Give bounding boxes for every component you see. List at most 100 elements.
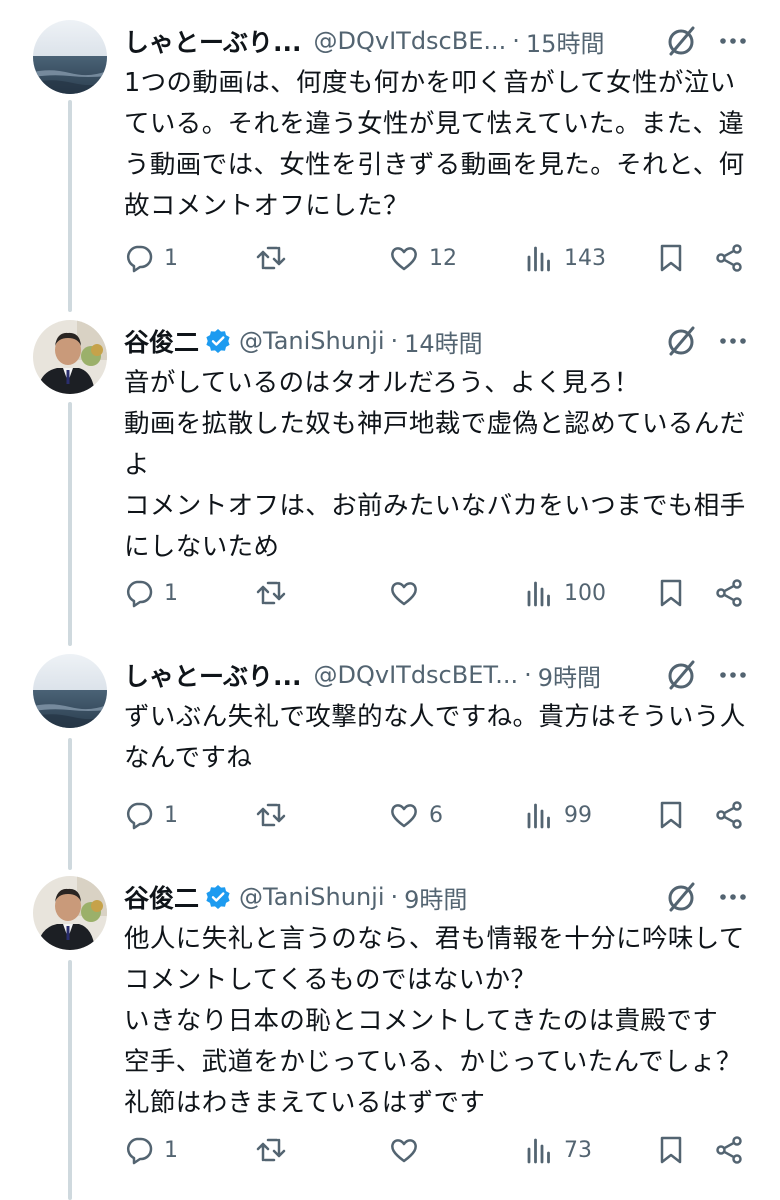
bookmark-icon xyxy=(660,1136,682,1164)
user-handle[interactable]: @TaniShunji xyxy=(239,327,384,355)
reply-count: 1 xyxy=(164,580,178,606)
share-button[interactable] xyxy=(714,795,744,835)
grok-icon[interactable] xyxy=(666,881,698,913)
timestamp[interactable]: 15時間 xyxy=(526,24,605,59)
separator: · xyxy=(390,327,399,355)
reply-button[interactable]: 1 xyxy=(124,573,178,613)
retweet-icon xyxy=(256,581,286,605)
share-button[interactable] xyxy=(714,1130,744,1170)
reply-icon xyxy=(127,802,153,830)
bookmark-icon xyxy=(660,244,682,272)
action-bar: 1 100 xyxy=(124,573,750,613)
display-name[interactable]: 谷俊二 xyxy=(124,879,199,915)
views-button[interactable]: 100 xyxy=(524,573,606,613)
like-count: 12 xyxy=(429,245,457,271)
share-button[interactable] xyxy=(714,238,744,278)
view-count: 143 xyxy=(564,245,606,271)
separator: · xyxy=(512,27,520,55)
avatar-seascape[interactable] xyxy=(33,20,107,94)
view-count: 73 xyxy=(564,1137,592,1163)
views-button[interactable]: 143 xyxy=(524,238,606,278)
action-bar: 1 12 143 xyxy=(124,238,750,278)
more-icon[interactable] xyxy=(718,660,748,690)
like-button[interactable]: 12 xyxy=(389,238,457,278)
bookmark-icon xyxy=(660,579,682,607)
reply-count: 1 xyxy=(164,245,178,271)
timestamp[interactable]: 9時間 xyxy=(538,658,601,693)
more-icon[interactable] xyxy=(718,882,748,912)
grok-icon[interactable] xyxy=(666,325,698,357)
separator: · xyxy=(524,661,532,689)
share-button[interactable] xyxy=(714,573,744,613)
thread-line xyxy=(68,738,72,870)
avatar-profile-photo[interactable] xyxy=(33,320,107,394)
views-icon xyxy=(527,803,550,829)
views-icon xyxy=(527,246,550,272)
view-count: 99 xyxy=(564,802,592,828)
avatar-seascape[interactable] xyxy=(33,654,107,728)
tweet-text: 1つの動画は、何度も何かを叩く音がして女性が泣いている。それを違う女性が見て怯え… xyxy=(124,68,745,221)
verified-badge-icon xyxy=(206,329,230,353)
bookmark-button[interactable] xyxy=(656,238,686,278)
heart-icon xyxy=(391,582,417,606)
action-bar: 1 6 99 xyxy=(124,795,750,835)
retweet-button[interactable] xyxy=(256,795,296,835)
like-count: 6 xyxy=(429,802,443,828)
view-count: 100 xyxy=(564,580,606,606)
retweet-icon xyxy=(256,803,286,827)
timestamp[interactable]: 14時間 xyxy=(404,324,483,359)
reply-icon xyxy=(127,1137,153,1165)
more-icon[interactable] xyxy=(718,326,748,356)
heart-icon xyxy=(391,247,417,271)
reply-count: 1 xyxy=(164,802,178,828)
tweet-text: ずいぶん失礼で攻撃的な人ですね。貴方はそういう人なんですね xyxy=(124,702,746,773)
bookmark-button[interactable] xyxy=(656,573,686,613)
grok-icon[interactable] xyxy=(666,659,698,691)
reply-icon xyxy=(127,580,153,608)
share-icon xyxy=(716,579,742,607)
reply-button[interactable]: 1 xyxy=(124,795,178,835)
bookmark-button[interactable] xyxy=(656,795,686,835)
heart-icon xyxy=(391,1139,417,1163)
retweet-button[interactable] xyxy=(256,573,296,613)
reply-button[interactable]: 1 xyxy=(124,238,178,278)
retweet-button[interactable] xyxy=(256,238,296,278)
action-bar: 1 73 xyxy=(124,1130,750,1170)
like-button[interactable] xyxy=(389,573,429,613)
reply-button[interactable]: 1 xyxy=(124,1130,178,1170)
views-icon xyxy=(527,1138,550,1164)
display-name[interactable]: 谷俊二 xyxy=(124,323,199,359)
reply-icon xyxy=(127,245,153,273)
thread-line xyxy=(68,960,72,1200)
bookmark-icon xyxy=(660,801,682,829)
display-name[interactable]: しゃとーぶり... xyxy=(124,23,302,59)
views-icon xyxy=(527,581,550,607)
avatar-profile-photo[interactable] xyxy=(33,876,107,950)
share-icon xyxy=(716,801,742,829)
verified-badge-icon xyxy=(206,885,230,909)
user-handle[interactable]: @TaniShunji xyxy=(239,883,384,911)
user-handle[interactable]: @DQvITdscBET... xyxy=(314,661,519,689)
bookmark-button[interactable] xyxy=(656,1130,686,1170)
views-button[interactable]: 73 xyxy=(524,1130,592,1170)
retweet-button[interactable] xyxy=(256,1130,296,1170)
views-button[interactable]: 99 xyxy=(524,795,592,835)
share-icon xyxy=(716,1136,742,1164)
retweet-icon xyxy=(256,1138,286,1162)
grok-icon[interactable] xyxy=(666,25,698,57)
heart-icon xyxy=(391,804,417,828)
user-handle[interactable]: @DQvITdscBE... xyxy=(314,27,507,55)
reply-count: 1 xyxy=(164,1137,178,1163)
thread-line xyxy=(68,402,72,646)
thread-line xyxy=(68,100,72,312)
like-button[interactable]: 6 xyxy=(389,795,443,835)
tweet-text: 他人に失礼と言うのなら、君も情報を十分に吟味してコメントしてくるものではないか？… xyxy=(124,924,745,1118)
tweet-text: 音がしているのはタオルだろう、よく見ろ！ 動画を拡散した奴も神戸地裁で虚偽と認め… xyxy=(124,368,746,562)
display-name[interactable]: しゃとーぶり... xyxy=(124,657,302,693)
more-icon[interactable] xyxy=(718,26,748,56)
retweet-icon xyxy=(256,246,286,270)
separator: · xyxy=(390,883,399,911)
timestamp[interactable]: 9時間 xyxy=(404,880,467,915)
like-button[interactable] xyxy=(389,1130,429,1170)
share-icon xyxy=(716,244,742,272)
